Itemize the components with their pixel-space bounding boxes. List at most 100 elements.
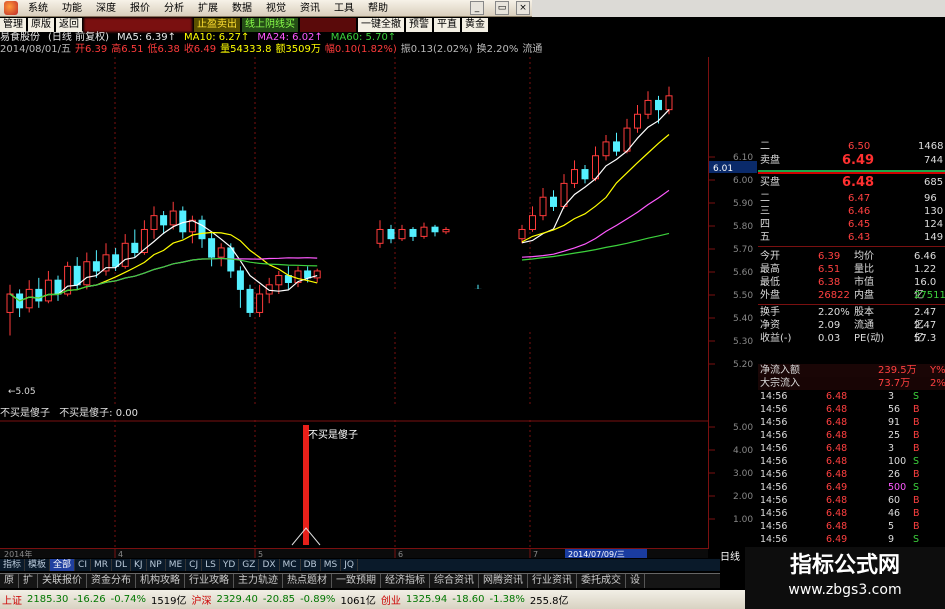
candlestick-chart[interactable]: ←5.05 [0, 57, 708, 407]
candle-body[interactable] [420, 226, 428, 237]
indicator-tab-NP[interactable]: NP [147, 559, 166, 571]
indicator-tab-LS[interactable]: LS [202, 559, 220, 571]
candle-body[interactable] [102, 254, 110, 272]
candle-body[interactable] [602, 141, 610, 157]
info-tab[interactable]: 扩 [19, 574, 38, 588]
indicator-tab-DX[interactable]: DX [259, 559, 280, 571]
candle-body[interactable] [160, 215, 168, 226]
buy-signal-button[interactable]: 线上阴线买 [242, 17, 298, 32]
indicator-tab-KJ[interactable]: KJ [131, 559, 147, 571]
sh-label[interactable]: 上证 [2, 592, 22, 607]
candle-body[interactable] [198, 219, 206, 240]
cancel-all-button[interactable]: 一键全撤 [358, 17, 404, 32]
candle-body[interactable] [518, 228, 526, 240]
indicator-tab-ME[interactable]: ME [166, 559, 187, 571]
indicator-tab-DB[interactable]: DB [301, 559, 321, 571]
candle-body[interactable] [644, 99, 652, 115]
menu-item[interactable]: 资讯 [293, 0, 327, 17]
indicator-tab-模板[interactable]: 模板 [25, 559, 51, 571]
candle-body[interactable] [131, 242, 139, 254]
info-tab[interactable]: 一致预期 [332, 574, 381, 588]
candle-body[interactable] [376, 228, 384, 244]
tick-list[interactable]: 14:56 6.48 3 S 14:56 6.48 56 B 14:56 6.48 91 B 14:56… [758, 390, 945, 550]
candle-body[interactable] [313, 270, 321, 279]
candle-body[interactable] [304, 270, 312, 279]
stop-profit-button[interactable]: 止盈卖出 [194, 17, 240, 32]
candle-body[interactable] [179, 210, 187, 233]
menu-item[interactable]: 深度 [89, 0, 123, 17]
candle-body[interactable] [92, 261, 100, 272]
candle-body[interactable] [150, 215, 158, 230]
minimize-icon[interactable]: _ [470, 1, 484, 15]
indicator-tab-指标[interactable]: 指标 [0, 559, 26, 571]
info-tab[interactable]: 行业资讯 [528, 574, 577, 588]
candle-body[interactable] [112, 254, 120, 267]
indicator-tab-MS[interactable]: MS [321, 559, 342, 571]
menu-item[interactable]: 扩展 [191, 0, 225, 17]
menu-item[interactable]: 帮助 [361, 0, 395, 17]
candle-body[interactable] [665, 95, 673, 111]
candle-body[interactable] [613, 141, 620, 152]
candle-body[interactable] [655, 99, 662, 111]
candle-body[interactable] [236, 270, 244, 290]
info-tab[interactable]: 关联报价 [38, 574, 87, 588]
indicator-tab-MC[interactable]: MC [280, 559, 301, 571]
menu-item[interactable]: 分析 [157, 0, 191, 17]
close-icon[interactable]: × [516, 1, 530, 15]
indicator-tab-DL[interactable]: DL [112, 559, 131, 571]
indicator-tab-YD[interactable]: YD [220, 559, 240, 571]
indicator-tab-全部[interactable]: 全部 [50, 559, 76, 571]
candle-body[interactable] [44, 279, 52, 302]
restore-icon[interactable]: ▭ [495, 1, 509, 15]
candle-body[interactable] [246, 288, 254, 313]
info-tab[interactable]: 设 [626, 574, 645, 588]
info-tab[interactable]: 委托成交 [577, 574, 626, 588]
back-button[interactable]: 返回 [56, 17, 82, 32]
candle-body[interactable] [83, 261, 91, 286]
menu-item[interactable]: 工具 [327, 0, 361, 17]
indicator-chart[interactable]: 不买是傻子 [0, 420, 708, 548]
indicator-tab-JQ[interactable]: JQ [341, 559, 358, 571]
candle-body[interactable] [442, 228, 450, 233]
candle-body[interactable] [560, 182, 568, 207]
menu-item[interactable]: 数据 [225, 0, 259, 17]
cy-label[interactable]: 创业 [381, 592, 401, 607]
gold-button[interactable]: 黄金 [462, 17, 488, 32]
candle-body[interactable] [409, 228, 417, 237]
candle-body[interactable] [121, 242, 129, 267]
original-button[interactable]: 原版 [28, 17, 54, 32]
candle-body[interactable] [571, 169, 578, 184]
flat-button[interactable]: 平直 [434, 17, 460, 32]
candle-body[interactable] [35, 288, 43, 302]
warn-button[interactable]: 预警 [406, 17, 432, 32]
info-tab[interactable]: 机构攻略 [136, 574, 185, 588]
info-tab[interactable]: 热点题材 [283, 574, 332, 588]
blurred-button[interactable] [84, 17, 192, 32]
candle-body[interactable] [550, 196, 557, 207]
indicator-tab-CI[interactable]: CI [75, 559, 91, 571]
candle-body[interactable] [529, 215, 536, 230]
candle-body[interactable] [73, 265, 81, 286]
candle-body[interactable] [634, 113, 641, 129]
candle-body[interactable] [169, 210, 177, 226]
manage-button[interactable]: 管理 [0, 17, 26, 32]
info-tab[interactable]: 经济指标 [381, 574, 430, 588]
candle-body[interactable] [431, 226, 439, 233]
info-tab[interactable]: 网腾资讯 [479, 574, 528, 588]
candle-body[interactable] [387, 228, 395, 240]
sz-label[interactable]: 沪深 [191, 592, 211, 607]
indicator-tab-CJ[interactable]: CJ [186, 559, 203, 571]
candle-body[interactable] [256, 293, 264, 313]
candle-body[interactable] [398, 228, 406, 240]
candle-body[interactable] [275, 275, 283, 286]
menu-item[interactable]: 视觉 [259, 0, 293, 17]
indicator-tab-MR[interactable]: MR [91, 559, 113, 571]
info-tab[interactable]: 主力轨迹 [234, 574, 283, 588]
info-tab[interactable]: 综合资讯 [430, 574, 479, 588]
menu-item[interactable]: 系统 [21, 0, 55, 17]
menu-item[interactable]: 功能 [55, 0, 89, 17]
info-tab[interactable]: 资金分布 [87, 574, 136, 588]
info-tab[interactable]: 行业攻略 [185, 574, 234, 588]
candle-body[interactable] [581, 169, 589, 180]
candle-body[interactable] [217, 247, 225, 258]
